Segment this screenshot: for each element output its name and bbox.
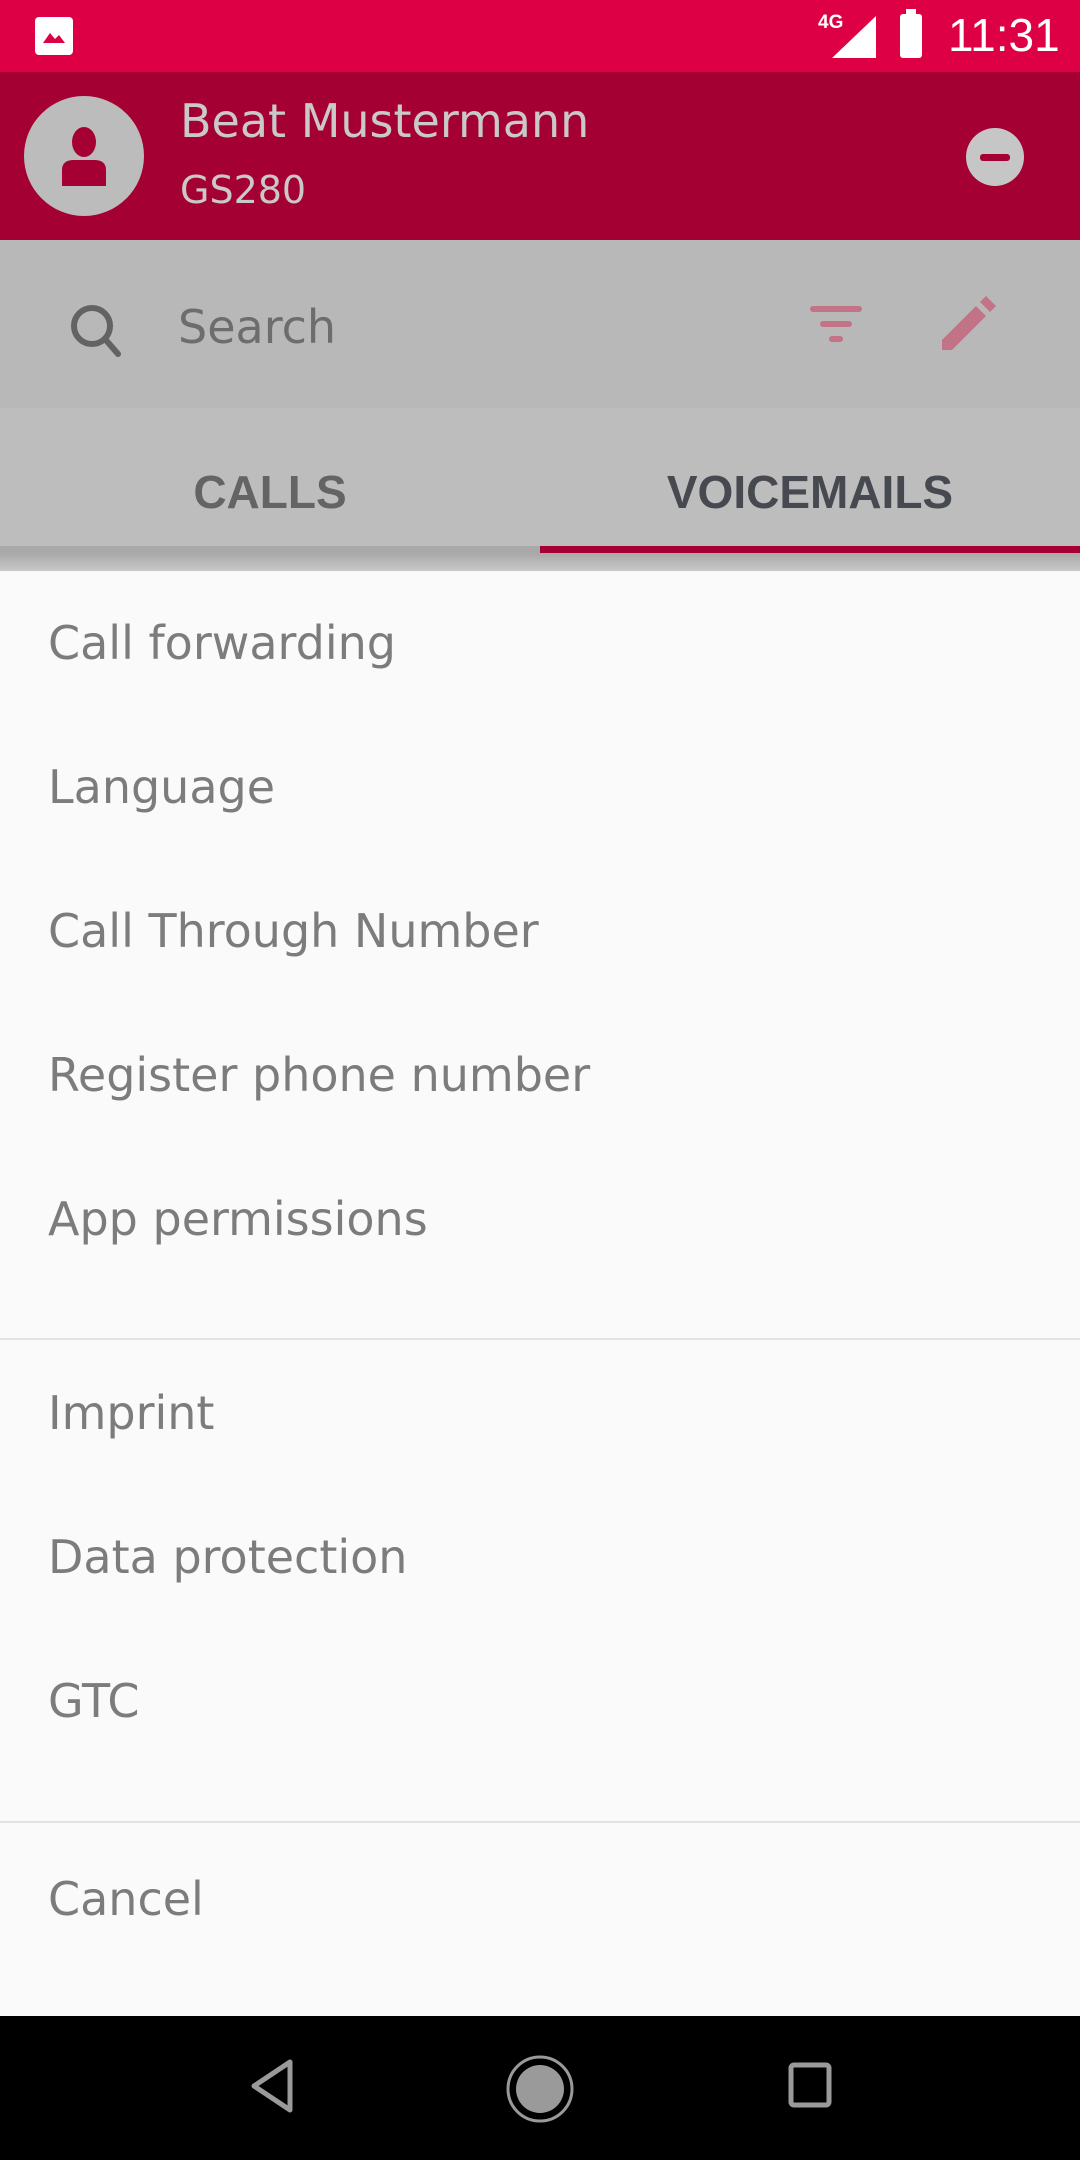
menu-item-gtc[interactable]: GTC [0,1629,1080,1773]
menu-item-label: Call forwarding [48,616,396,670]
scrim-shadow [0,553,1080,571]
bottom-sheet-menu: Call forwarding Language Call Through Nu… [0,571,1080,2016]
search-input[interactable]: Search [178,300,336,354]
menu-item-register-phone-number[interactable]: Register phone number [0,1003,1080,1147]
device-name: GS280 [180,168,307,212]
account-header: Beat Mustermann GS280 [0,72,1080,240]
person-icon [62,127,106,186]
menu-item-label: GTC [48,1674,140,1728]
avatar[interactable] [24,96,144,216]
search-icon[interactable] [68,302,124,358]
menu-item-data-protection[interactable]: Data protection [0,1485,1080,1629]
remove-account-button[interactable] [966,128,1024,186]
gallery-notification-icon [35,17,73,55]
status-bar: 4G 11:31 [0,0,1080,72]
navigation-bar [0,2016,1080,2160]
divider [0,1821,1080,1823]
menu-item-label: Language [48,760,276,814]
menu-item-call-through-number[interactable]: Call Through Number [0,859,1080,1003]
filter-icon[interactable] [808,304,864,344]
search-bar: Search [0,240,1080,408]
cancel-label: Cancel [48,1872,204,1926]
home-icon[interactable] [505,2054,575,2124]
menu-item-label: Data protection [48,1530,408,1584]
menu-item-label: App permissions [48,1192,428,1246]
menu-item-call-forwarding[interactable]: Call forwarding [0,571,1080,715]
menu-item-app-permissions[interactable]: App permissions [0,1147,1080,1291]
menu-item-imprint[interactable]: Imprint [0,1341,1080,1485]
menu-item-label: Call Through Number [48,904,539,958]
back-icon[interactable] [248,2058,296,2114]
clock: 11:31 [948,9,1060,61]
tab-voicemails[interactable]: VOICEMAILS [540,408,1080,555]
menu-item-label: Imprint [48,1386,215,1440]
menu-item-language[interactable]: Language [0,715,1080,859]
battery-icon [900,9,922,58]
divider [0,1338,1080,1340]
signal-icon [832,16,876,58]
user-name: Beat Mustermann [180,94,590,148]
menu-item-label: Register phone number [48,1048,591,1102]
menu-item-cancel[interactable]: Cancel [0,1827,1080,1971]
tab-bar: CALLS VOICEMAILS [0,408,1080,555]
edit-icon[interactable] [940,296,996,352]
tab-track [0,546,540,553]
tab-selected-indicator [540,546,1080,553]
recents-icon[interactable] [788,2062,832,2108]
tab-calls[interactable]: CALLS [0,408,540,555]
